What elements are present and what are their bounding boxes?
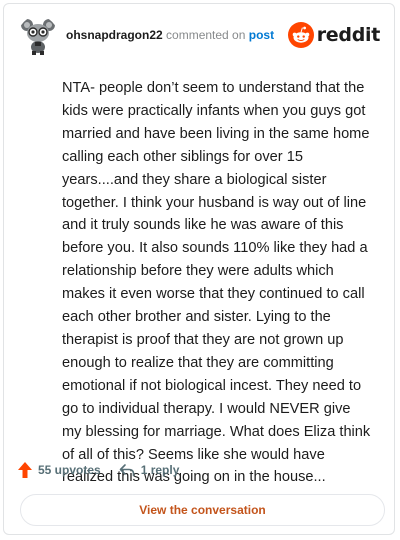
upvote-button[interactable]: 55 upvotes — [18, 462, 101, 478]
reply-count: 1 reply — [140, 463, 180, 477]
commented-on-label: commented on — [166, 28, 246, 42]
snoo-avatar-icon[interactable] — [18, 16, 58, 56]
view-conversation-button[interactable]: View the conversation — [20, 494, 385, 526]
reddit-logo-icon — [287, 22, 314, 48]
reply-button[interactable]: 1 reply — [119, 463, 180, 477]
comment-body: NTA- people don’t seem to understand tha… — [62, 77, 374, 489]
upvote-count: 55 upvotes — [38, 463, 101, 477]
reply-arrow-icon — [119, 464, 135, 477]
upvote-arrow-icon — [18, 462, 32, 478]
username-link[interactable]: ohsnapdragon22 — [66, 28, 163, 42]
comment-card: ohsnapdragon22 commented on post reddit … — [3, 3, 395, 535]
comment-header: ohsnapdragon22 commented on post reddit — [18, 16, 380, 56]
post-link[interactable]: post — [249, 28, 274, 42]
comment-actions: 55 upvotes 1 reply — [18, 460, 179, 480]
comment-meta: ohsnapdragon22 commented on post — [66, 28, 274, 42]
reddit-logo[interactable]: reddit — [287, 22, 381, 48]
reddit-wordmark: reddit — [316, 24, 381, 46]
comment-text: NTA- people don’t seem to understand tha… — [62, 80, 371, 486]
